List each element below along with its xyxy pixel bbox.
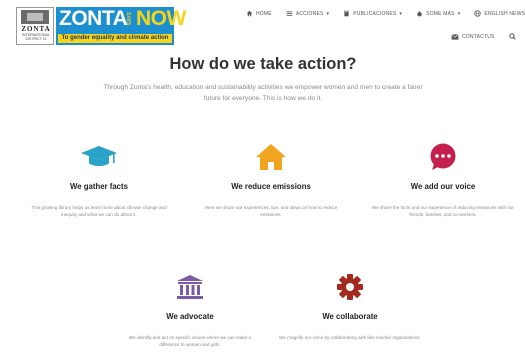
nav-acciones-label: ACCIONES <box>295 10 324 17</box>
card-collaborate: We collaborate We magnify our voice by c… <box>275 270 425 341</box>
nav-english[interactable]: ENGLISH NEWS <box>474 10 525 17</box>
card-title: We collaborate <box>322 312 378 321</box>
nav-acciones[interactable]: ACCIONES ▾ <box>286 10 329 17</box>
nav-contact-label: CONTACTUS <box>462 33 495 40</box>
nav-english-label: ENGLISH NEWS <box>484 10 526 17</box>
home-icon <box>246 10 253 17</box>
banner-tagline: To gender equality and climate action <box>58 34 172 43</box>
chevron-down-icon: ▾ <box>399 10 403 17</box>
search-icon <box>508 33 516 40</box>
gear-icon <box>275 270 425 304</box>
card-title: We advocate <box>166 312 214 321</box>
speech-bubble-icon <box>368 140 518 174</box>
zonta-international-logo[interactable]: ZONTA INTERNATIONAL DISTRICT 13 <box>16 7 54 45</box>
banner-says-text: SAYS <box>127 12 133 26</box>
logo-emblem-icon <box>21 10 49 24</box>
banner-zonta-text: ZONTA <box>59 7 128 30</box>
search-button[interactable] <box>508 33 519 40</box>
nav-home[interactable]: HOME <box>246 10 272 17</box>
card-gather-facts: We gather facts This growing library hel… <box>24 140 174 218</box>
secondary-nav: CONTACTUS <box>451 33 519 40</box>
apple-icon <box>417 10 422 17</box>
card-advocate: We advocate We identify and act on speci… <box>115 270 265 348</box>
card-title: We add our voice <box>410 182 476 191</box>
list-icon <box>286 11 293 16</box>
chevron-down-icon: ▾ <box>326 10 330 17</box>
logo-subtitle: INTERNATIONAL DISTRICT 13 <box>22 33 50 41</box>
nav-some-mas[interactable]: SOME MÁS ▾ <box>416 10 460 17</box>
card-title: We gather facts <box>70 182 128 191</box>
nav-publicaciones[interactable]: PUBLICACIONES ▾ <box>343 10 402 17</box>
nav-contact[interactable]: CONTACTUS <box>451 34 495 40</box>
card-text: We identify and act on specific issues w… <box>128 335 252 347</box>
book-icon <box>344 10 349 17</box>
site-header: ZONTA INTERNATIONAL DISTRICT 13 ZONTA SA… <box>0 0 526 52</box>
logo-org-name: ZONTA <box>21 25 51 33</box>
nav-some-mas-label: SOME MÁS <box>426 10 455 17</box>
card-text: We share the facts and our experience of… <box>372 205 514 217</box>
card-title: We reduce emissions <box>231 182 311 191</box>
card-text: This growing library helps us learn more… <box>31 205 167 217</box>
institution-icon <box>115 270 265 304</box>
card-text: Here we share our experiences, tips, and… <box>204 205 338 217</box>
card-add-voice: We add our voice We share the facts and … <box>368 140 518 218</box>
envelope-icon <box>451 33 459 40</box>
globe-icon <box>474 10 482 17</box>
banner-now-text: NOW <box>136 7 186 30</box>
zonta-says-now-banner[interactable]: ZONTA SAYS NOW To gender equality and cl… <box>56 7 186 45</box>
main-nav: HOME ACCIONES ▾ PUBLICACIONES ▾ SOME MÁS… <box>246 10 525 17</box>
page-title: How do we take action? <box>169 55 357 73</box>
intro-text: Through Zonta's health, education and su… <box>103 84 423 102</box>
chevron-down-icon: ▾ <box>457 10 461 17</box>
nav-home-label: HOME <box>256 10 272 17</box>
card-reduce-emissions: We reduce emissions Here we share our ex… <box>196 140 346 218</box>
card-text: We magnify our voice by collaborating wi… <box>279 335 421 340</box>
graduation-cap-icon <box>24 140 174 174</box>
nav-publicaciones-label: PUBLICACIONES <box>353 10 397 17</box>
house-icon <box>196 140 346 174</box>
